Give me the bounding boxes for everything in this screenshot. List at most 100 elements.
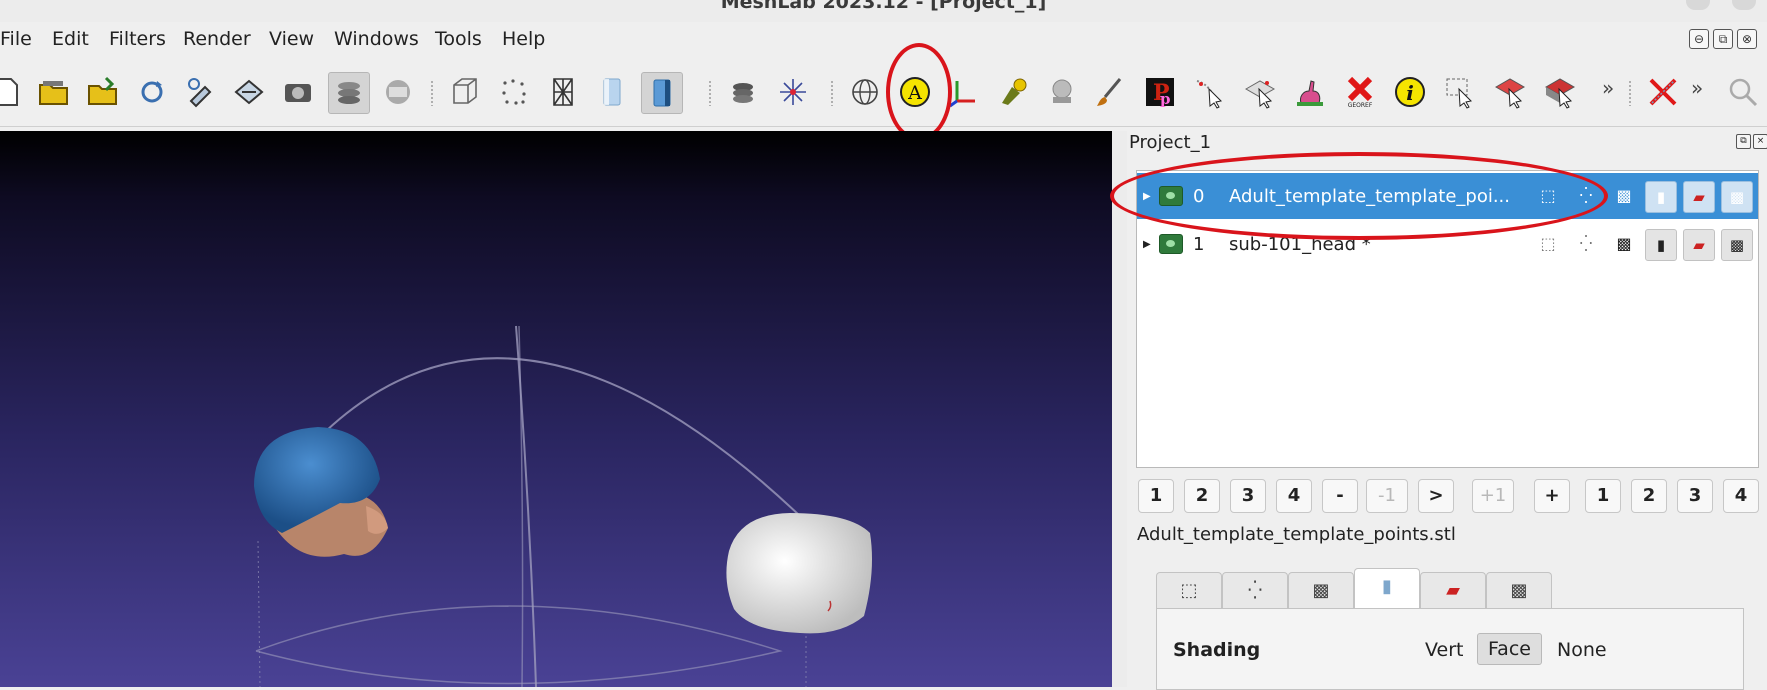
pager-button[interactable]: > xyxy=(1418,479,1454,513)
toolbar-separator xyxy=(1628,80,1632,106)
axes-icon[interactable] xyxy=(773,72,813,112)
shading-option-vert[interactable]: Vert xyxy=(1425,639,1463,661)
main-toolbar: A Pp GEOREF i » » xyxy=(0,56,1767,127)
tab-points[interactable]: ⁛ xyxy=(1222,572,1288,609)
select-faces-icon[interactable] xyxy=(1240,72,1280,112)
camera-icon[interactable] xyxy=(1042,72,1082,112)
pager-button[interactable]: 1 xyxy=(1585,479,1621,513)
pager-button[interactable]: 3 xyxy=(1677,479,1713,513)
trackball-icon[interactable] xyxy=(845,72,885,112)
expand-arrow-icon[interactable]: ▶ xyxy=(1143,191,1151,202)
window-title: MeshLab 2023.12 - [Project_1] xyxy=(720,0,1047,13)
panel-close-button[interactable]: × xyxy=(1753,134,1767,149)
color-render-toggle-icon[interactable]: ▩ xyxy=(1721,181,1753,213)
panel-splitter[interactable] xyxy=(1112,131,1127,687)
layer-row[interactable]: ▶ 1 sub-101_head * ⬚ ⁛ ▩ ▮ ▰ ▩ xyxy=(1137,221,1758,267)
light-icon[interactable] xyxy=(723,72,763,112)
pager-button[interactable]: 4 xyxy=(1723,479,1759,513)
wireframe-render-icon[interactable]: ▩ xyxy=(1611,231,1637,257)
import-mesh-icon[interactable] xyxy=(83,72,123,112)
bbox-render-icon[interactable]: ⬚ xyxy=(1535,183,1561,209)
pick-points-icon[interactable]: Pp xyxy=(1140,72,1180,112)
snapshot-icon[interactable] xyxy=(278,72,318,112)
svg-text:i: i xyxy=(1406,81,1414,105)
toolbar-overflow-chevron[interactable]: » xyxy=(1602,76,1614,100)
bbox-render-icon[interactable] xyxy=(445,72,485,112)
pager-button[interactable]: 3 xyxy=(1230,479,1266,513)
tab-bbox[interactable]: ⬚ xyxy=(1156,572,1222,609)
mdi-restore-button[interactable]: ⧉ xyxy=(1713,29,1733,49)
menu-filters[interactable]: Filters xyxy=(109,28,166,50)
select-connected-icon[interactable] xyxy=(1540,72,1580,112)
pager-button[interactable]: + xyxy=(1534,479,1570,513)
project-title: Project_1 xyxy=(1129,132,1212,153)
points-render-icon[interactable]: ⁛ xyxy=(1573,183,1599,209)
bunny-icon[interactable] xyxy=(1290,72,1330,112)
pager-button[interactable]: 4 xyxy=(1276,479,1312,513)
flat-render-toggle-icon[interactable]: ▮ xyxy=(1645,181,1677,213)
tab-fill[interactable]: ▮ xyxy=(1354,568,1420,609)
flat-render-toggle-icon[interactable]: ▮ xyxy=(1645,229,1677,261)
toolbar-overflow-chevron-2[interactable]: » xyxy=(1691,76,1703,100)
reload-all-icon[interactable] xyxy=(180,72,220,112)
annotation-a-icon[interactable]: A xyxy=(895,72,935,112)
open-project-icon[interactable] xyxy=(34,72,74,112)
bbox-render-icon[interactable]: ⬚ xyxy=(1535,231,1561,257)
layer-row[interactable]: ▶ 0 Adult_template_template_poi... ⬚ ⁛ ▩… xyxy=(1137,173,1758,219)
shading-panel: Shading Vert Face None xyxy=(1156,608,1744,690)
new-project-icon[interactable] xyxy=(0,72,26,112)
wireframe-render-icon[interactable]: ▩ xyxy=(1611,183,1637,209)
shading-option-face[interactable]: Face xyxy=(1477,633,1542,665)
texture-render-toggle-icon[interactable]: ▰ xyxy=(1683,229,1715,261)
points-render-icon[interactable]: ⁛ xyxy=(1573,231,1599,257)
georef-label: GEOREF xyxy=(1348,102,1373,109)
raster-layer-icon[interactable] xyxy=(378,72,418,112)
paint-selection-icon[interactable] xyxy=(993,72,1033,112)
menu-help[interactable]: Help xyxy=(502,28,545,50)
cancel-red-x-icon[interactable] xyxy=(1643,72,1683,112)
axis-plot-icon[interactable] xyxy=(944,72,984,112)
select-region-icon[interactable] xyxy=(1440,72,1480,112)
menu-view[interactable]: View xyxy=(269,28,314,50)
texture-render-toggle-icon[interactable]: ▰ xyxy=(1683,181,1715,213)
search-icon[interactable] xyxy=(1723,72,1763,112)
menu-tools[interactable]: Tools xyxy=(435,28,482,50)
visibility-eye-icon[interactable] xyxy=(1159,186,1183,206)
export-mesh-icon[interactable] xyxy=(229,72,269,112)
visibility-eye-icon[interactable] xyxy=(1159,234,1183,254)
reload-icon[interactable] xyxy=(132,72,172,112)
tab-wire[interactable]: ▩ xyxy=(1288,572,1354,609)
toolbar-separator xyxy=(430,80,434,106)
pager-button[interactable]: 1 xyxy=(1138,479,1174,513)
brush-icon[interactable] xyxy=(1090,72,1130,112)
pager-button[interactable]: -1 xyxy=(1366,479,1408,513)
points-render-icon[interactable] xyxy=(494,72,534,112)
layer-name: sub-101_head * xyxy=(1229,233,1371,255)
select-vertices-icon[interactable] xyxy=(1190,72,1230,112)
flat-render-icon[interactable] xyxy=(592,72,632,112)
georef-icon[interactable]: GEOREF xyxy=(1340,72,1380,112)
menu-bar: File Edit Filters Render View Windows To… xyxy=(0,22,1767,56)
pager-button[interactable]: +1 xyxy=(1472,479,1514,513)
pager-button[interactable]: - xyxy=(1322,479,1358,513)
tab-color[interactable]: ▩ xyxy=(1486,572,1552,609)
tab-texture[interactable]: ▰ xyxy=(1420,572,1486,609)
menu-file[interactable]: File xyxy=(0,28,32,50)
mdi-minimize-button[interactable]: ⊖ xyxy=(1689,29,1709,49)
menu-windows[interactable]: Windows xyxy=(334,28,419,50)
menu-render[interactable]: Render xyxy=(183,28,251,50)
smooth-render-icon[interactable] xyxy=(641,72,683,114)
layer-dialog-icon[interactable] xyxy=(328,72,370,114)
color-render-toggle-icon[interactable]: ▩ xyxy=(1721,229,1753,261)
pager-button[interactable]: 2 xyxy=(1184,479,1220,513)
3d-viewport[interactable] xyxy=(0,131,1112,687)
expand-arrow-icon[interactable]: ▶ xyxy=(1143,239,1151,250)
info-icon[interactable]: i xyxy=(1390,72,1430,112)
select-faces-brush-icon[interactable] xyxy=(1490,72,1530,112)
menu-edit[interactable]: Edit xyxy=(52,28,89,50)
shading-option-none[interactable]: None xyxy=(1557,639,1607,661)
panel-float-button[interactable]: ⧉ xyxy=(1736,134,1751,149)
wireframe-render-icon[interactable] xyxy=(543,72,583,112)
mdi-close-button[interactable]: ⊗ xyxy=(1737,29,1757,49)
pager-button[interactable]: 2 xyxy=(1631,479,1667,513)
